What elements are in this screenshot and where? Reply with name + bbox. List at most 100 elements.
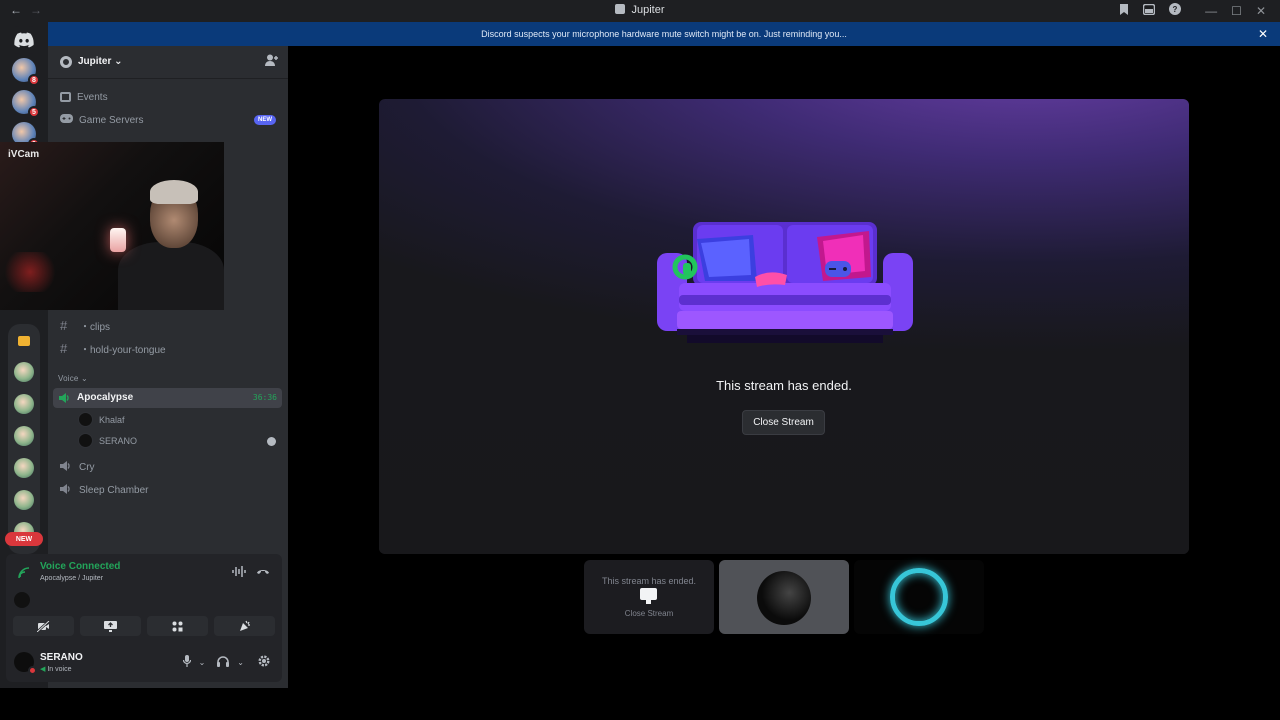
server-avatar[interactable] xyxy=(14,362,34,382)
headphones-icon[interactable] xyxy=(217,655,230,670)
game-servers-item[interactable]: Game Servers xyxy=(60,111,143,129)
voice-channel-label: Cry xyxy=(79,462,95,473)
mention-badge: 8 xyxy=(28,74,40,86)
minimize-button[interactable]: — xyxy=(1205,4,1217,18)
svg-text:?: ? xyxy=(1173,5,1178,14)
server-name: Jupiter ⌄ xyxy=(78,56,123,67)
hash-icon: # xyxy=(60,318,68,333)
user-status: ◀ In voice xyxy=(40,666,72,673)
screen-share-button[interactable] xyxy=(80,616,141,636)
server-icon-small xyxy=(615,4,626,14)
new-badge: NEW xyxy=(254,115,276,125)
user-status-icon xyxy=(267,437,276,446)
inbox-icon[interactable] xyxy=(1142,3,1156,18)
server-header[interactable]: Jupiter ⌄ xyxy=(48,46,288,79)
voice-channel-sleep-chamber[interactable]: Sleep Chamber xyxy=(60,484,148,497)
avatar xyxy=(78,412,93,427)
speaker-icon: ◀ xyxy=(40,666,46,673)
server-folder[interactable] xyxy=(8,324,40,554)
avatar xyxy=(14,592,30,608)
discord-home-icon[interactable] xyxy=(10,26,38,54)
help-icon[interactable]: ? xyxy=(1169,3,1182,18)
bookmark-icon[interactable] xyxy=(1119,3,1129,18)
maximize-button[interactable]: ☐ xyxy=(1231,4,1242,18)
channel-label: ・hold-your-tongue xyxy=(80,345,166,356)
server-avatar[interactable] xyxy=(14,426,34,446)
noise-suppression-icon[interactable] xyxy=(232,566,246,580)
mention-badge: 5 xyxy=(28,106,40,118)
voice-action-buttons xyxy=(13,616,275,636)
new-pill[interactable]: NEW xyxy=(5,532,43,546)
voice-user-khalaf[interactable]: Khalaf xyxy=(78,412,125,427)
voice-channel-label: Apocalypse xyxy=(77,392,134,403)
invite-people-icon[interactable] xyxy=(265,54,278,69)
calendar-icon xyxy=(60,92,71,102)
voice-category[interactable]: Voice ⌄ xyxy=(58,374,88,383)
webcam-person-hat xyxy=(150,180,198,204)
participant-tile[interactable] xyxy=(719,560,849,634)
events-item[interactable]: Events xyxy=(60,88,108,106)
monitor-icon xyxy=(640,588,657,604)
signal-icon[interactable] xyxy=(18,567,30,582)
gamepad-icon xyxy=(60,114,73,126)
couch-illustration xyxy=(657,222,913,343)
webcam-person-body xyxy=(118,242,224,310)
avatar xyxy=(78,433,93,448)
channel-label: ・clips xyxy=(80,322,111,333)
close-stream-button[interactable]: Close Stream xyxy=(742,410,825,435)
settings-gear-icon[interactable] xyxy=(258,655,270,670)
microphone-icon[interactable] xyxy=(182,655,191,670)
chevron-down-icon[interactable]: ⌄ xyxy=(199,658,206,667)
tile-ended-text: This stream has ended. xyxy=(601,576,697,586)
voice-channel-cry[interactable]: Cry xyxy=(60,461,95,474)
voice-location[interactable]: Apocalypse / Jupiter xyxy=(40,575,103,582)
tile-close-stream[interactable]: Close Stream xyxy=(584,609,714,618)
game-servers-label: Game Servers xyxy=(79,114,144,126)
window-controls: ? — ☐ ✕ xyxy=(1119,3,1266,18)
stream-tile[interactable]: This stream has ended. Close Stream xyxy=(584,560,714,634)
camera-off-button[interactable] xyxy=(13,616,74,636)
activities-button[interactable] xyxy=(147,616,208,636)
voice-channel-label: Sleep Chamber xyxy=(79,485,149,496)
speaker-icon xyxy=(60,461,71,474)
server-avatar[interactable]: 8 xyxy=(12,58,40,86)
server-gear-icon xyxy=(60,56,72,68)
channel-hold-your-tongue[interactable]: # ・hold-your-tongue xyxy=(60,341,166,356)
voice-timer: 36:36 xyxy=(252,393,277,402)
user-avatar[interactable] xyxy=(14,652,37,675)
channel-clips[interactable]: # ・clips xyxy=(60,318,110,333)
voice-user-serano[interactable]: SERANO xyxy=(78,433,137,448)
webcam-overlay: iVCam xyxy=(0,142,224,310)
webcam-label: iVCam xyxy=(8,149,40,160)
soundboard-button[interactable] xyxy=(214,616,275,636)
speaking-ring-avatar xyxy=(890,568,948,626)
server-avatar[interactable] xyxy=(14,394,34,414)
title-bar: ← → Jupiter ? — ☐ ✕ xyxy=(0,0,1280,22)
chevron-down-icon: ⌄ xyxy=(81,374,88,383)
server-avatar[interactable] xyxy=(14,458,34,478)
server-avatar[interactable]: 5 xyxy=(12,90,40,118)
participant-tile[interactable] xyxy=(854,560,984,634)
close-window-button[interactable]: ✕ xyxy=(1256,4,1266,18)
notice-text: Discord suspects your microphone hardwar… xyxy=(481,29,847,39)
webcam-light xyxy=(0,252,60,292)
events-label: Events xyxy=(77,91,108,103)
avatar xyxy=(757,571,811,625)
stream-stage: This stream has ended. Close Stream xyxy=(379,99,1189,554)
username[interactable]: SERANO xyxy=(40,652,83,663)
folder-icon xyxy=(18,336,30,346)
window-title-text: Jupiter xyxy=(631,4,665,16)
voice-status[interactable]: Voice Connected xyxy=(40,561,120,572)
notice-close-icon[interactable]: ✕ xyxy=(1258,27,1268,41)
speaker-icon xyxy=(59,393,69,403)
webcam-lamp xyxy=(110,228,126,252)
user-controls: ⌄ ⌄ xyxy=(182,655,270,670)
stream-ended-message: This stream has ended. xyxy=(716,378,852,393)
server-avatar[interactable] xyxy=(14,490,34,510)
window-title: Jupiter xyxy=(0,4,1280,16)
voice-user-name: Khalaf xyxy=(99,414,125,425)
mic-notice-bar: Discord suspects your microphone hardwar… xyxy=(48,22,1280,46)
disconnect-icon[interactable] xyxy=(256,566,270,578)
chevron-down-icon[interactable]: ⌄ xyxy=(237,658,244,667)
voice-channel-apocalypse[interactable]: Apocalypse 36:36 xyxy=(53,388,282,408)
